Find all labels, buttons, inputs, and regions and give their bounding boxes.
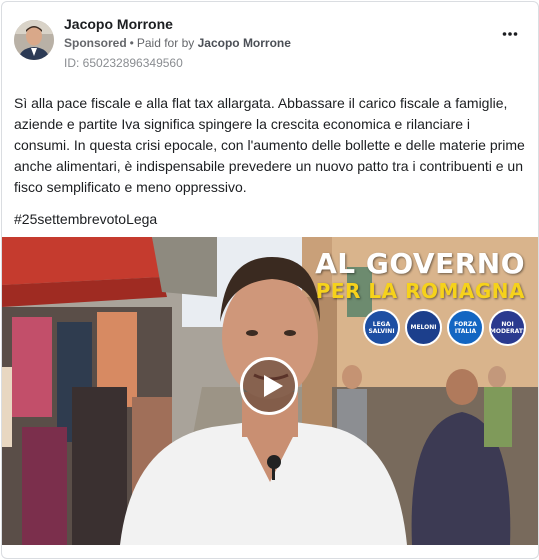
video-overlay-title: AL GOVERNO PER LA ROMAGNA: [315, 247, 525, 304]
library-id: ID: 650232896349560: [64, 56, 183, 70]
paid-for-by: Jacopo Morrone: [197, 36, 291, 50]
party-logos: LEGA SALVINI MELONI FORZA ITALIA NOI MOD…: [363, 309, 526, 346]
separator-dot: •: [129, 36, 134, 50]
ad-post-card: Jacopo Morrone Sponsored • Paid for by Jac…: [1, 1, 539, 559]
post-text: Sì alla pace fiscale e alla flat tax all…: [14, 95, 525, 195]
overlay-line-1: AL GOVERNO: [315, 247, 525, 280]
paid-for-prefix: Paid for by: [136, 36, 195, 50]
author-name[interactable]: Jacopo Morrone: [64, 16, 173, 32]
noi-moderati-logo: NOI MODERATI: [489, 309, 526, 346]
play-button[interactable]: [240, 357, 298, 415]
video-player[interactable]: AL GOVERNO PER LA ROMAGNA LEGA SALVINI M…: [2, 237, 538, 545]
hashtag-link[interactable]: #25settembrevotoLega: [14, 211, 157, 227]
play-icon: [264, 375, 283, 397]
overlay-line-2: PER LA ROMAGNA: [315, 279, 525, 303]
sponsored-label: Sponsored: [64, 36, 127, 50]
more-horizontal-icon[interactable]: [502, 28, 518, 38]
lega-logo: LEGA SALVINI: [363, 309, 400, 346]
forza-italia-logo: FORZA ITALIA: [447, 309, 484, 346]
post-header: Jacopo Morrone Sponsored • Paid for by Jac…: [2, 2, 538, 76]
sponsored-line: Sponsored • Paid for by Jacopo Morrone: [64, 36, 291, 50]
author-avatar[interactable]: [14, 20, 54, 60]
fdi-logo: MELONI: [405, 309, 442, 346]
